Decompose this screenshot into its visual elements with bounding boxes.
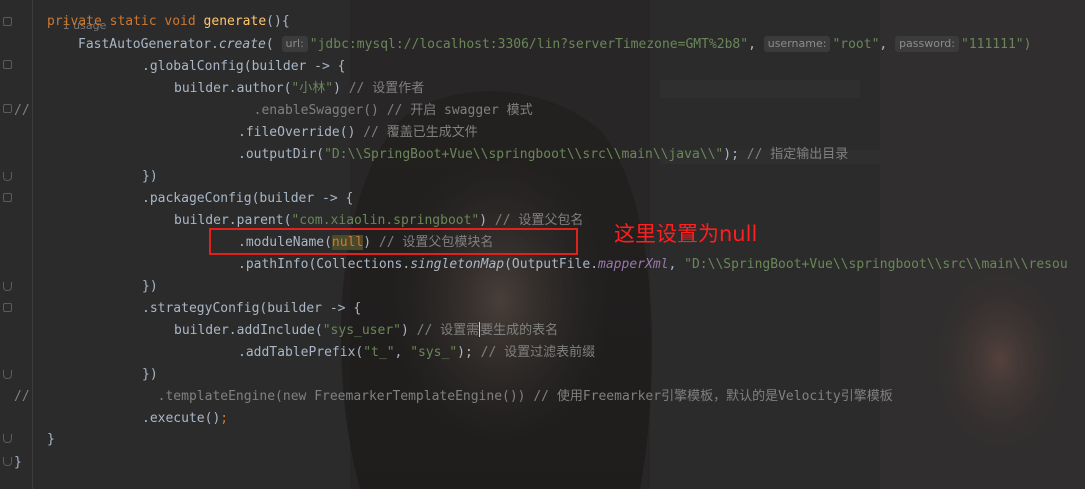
code-text: }) (142, 367, 158, 382)
code-line-template-engine[interactable]: // .templateEngine(new FreemarkerTemplate… (14, 386, 893, 408)
code-text: }) (142, 169, 158, 184)
code-text: .addTablePrefix( (238, 345, 364, 360)
code-text: ) (479, 213, 488, 228)
code-text: builder.author( (174, 81, 292, 96)
code-line-global-config[interactable]: .globalConfig(builder -> { (142, 56, 346, 78)
code-line-close-brace[interactable]: } (47, 429, 55, 451)
fold-marker-icon[interactable] (3, 104, 12, 113)
fold-end-marker-icon[interactable] (3, 457, 12, 466)
fold-end-marker-icon[interactable] (3, 434, 12, 443)
code-text: FastAutoGenerator. (78, 37, 219, 52)
gutter-divider (32, 0, 33, 489)
code-line-package-config[interactable]: .packageConfig(builder -> { (142, 188, 353, 210)
code-text: ); (723, 147, 739, 162)
code-line-file-override[interactable]: .fileOverride() // 覆盖已生成文件 (238, 122, 478, 144)
fold-end-marker-icon[interactable] (3, 172, 12, 181)
code-line-table-prefix[interactable]: .addTablePrefix("t_", "sys_"); // 设置过滤表前… (238, 342, 595, 364)
code-text: .enableSwagger() (253, 103, 379, 118)
string-literal: "root" (832, 37, 880, 52)
fold-marker-icon[interactable] (3, 303, 12, 312)
code-text: ) (401, 323, 409, 338)
code-text: } (14, 455, 22, 470)
string-literal: "t_" (363, 345, 395, 360)
code-comment: // 指定输出目录 (738, 147, 849, 162)
code-comment: // 设置父包名 (487, 213, 584, 228)
code-comment: // 开启 swagger 模式 (378, 103, 533, 118)
code-line-execute[interactable]: .execute(); (142, 408, 228, 430)
code-line-strategy-config[interactable]: .strategyConfig(builder -> { (142, 298, 361, 320)
code-text: (OutputFile. (504, 257, 599, 272)
fold-marker-icon[interactable] (3, 60, 12, 69)
static-method: singletonMap (410, 257, 505, 272)
fold-marker-icon[interactable] (3, 17, 12, 26)
code-line-close-brace[interactable]: } (14, 452, 22, 474)
code-comment: // 设置作者 (340, 81, 425, 96)
code-line-close[interactable]: }) (142, 364, 158, 386)
code-line-path-info[interactable]: .pathInfo(Collections.singletonMap(Outpu… (238, 254, 1068, 276)
code-line-close[interactable]: }) (142, 276, 158, 298)
string-literal: "D:\\SpringBoot+Vue\\springboot\\src\\ma… (324, 147, 724, 162)
code-text: .templateEngine(new FreemarkerTemplateEn… (157, 389, 526, 404)
code-line-create[interactable]: FastAutoGenerator.create( url: "jdbc:mysq… (78, 34, 1031, 56)
keyword: private static void (47, 14, 204, 29)
string-literal: "com.xiaolin.springboot" (291, 213, 480, 228)
fold-end-marker-icon[interactable] (3, 282, 12, 291)
semicolon: ; (220, 411, 229, 426)
code-text: }) (142, 279, 158, 294)
code-text: ) (333, 81, 341, 96)
code-text: ); (457, 345, 473, 360)
comment-prefix: // (14, 103, 30, 118)
code-text: .outputDir( (238, 147, 325, 162)
code-text: (){ (266, 14, 290, 29)
code-text: .strategyConfig(builder -> { (142, 301, 362, 316)
code-line-author[interactable]: builder.author("小林") // 设置作者 (174, 78, 424, 100)
static-field: mapperXml (598, 257, 669, 272)
code-line-output-dir[interactable]: .outputDir("D:\\SpringBoot+Vue\\springbo… (238, 144, 848, 166)
code-text: } (47, 432, 55, 447)
code-line-signature[interactable]: private static void generate(){ (47, 11, 290, 33)
static-method: create (218, 37, 266, 52)
param-hint-password: password: (895, 36, 959, 52)
code-text: .execute() (142, 411, 221, 426)
string-literal: "jdbc:mysql://localhost:3306/lin?serverT… (309, 37, 749, 52)
string-literal: "sys_user" (322, 323, 401, 338)
comment-prefix: // (14, 389, 30, 404)
code-text: .packageConfig(builder -> { (142, 191, 354, 206)
code-text: builder.parent( (174, 213, 292, 228)
code-comment: 要生成的表名 (480, 323, 559, 338)
highlight-box (209, 228, 578, 255)
code-text: .globalConfig(builder -> { (142, 59, 346, 74)
code-text: , (394, 345, 411, 360)
code-text: builder.addInclude( (174, 323, 323, 338)
string-literal: "小林" (291, 81, 334, 96)
method-name: generate (203, 14, 267, 29)
code-text: ( (265, 37, 274, 52)
code-comment: // 设置需 (408, 323, 480, 338)
fold-end-marker-icon[interactable] (3, 370, 12, 379)
param-hint-username: username: (763, 36, 831, 52)
code-comment: // 使用Freemarker引擎模板，默认的是Velocity引擎模板 (525, 389, 893, 404)
fold-marker-icon[interactable] (3, 193, 12, 202)
string-literal: "sys_" (410, 345, 458, 360)
code-comment: // 覆盖已生成文件 (355, 125, 478, 140)
string-literal: "D:\\SpringBoot+Vue\\springboot\\src\\ma… (684, 257, 1068, 272)
code-line-add-include[interactable]: builder.addInclude("sys_user") // 设置需要生成… (174, 320, 558, 342)
code-text: .pathInfo(Collections. (238, 257, 411, 272)
param-hint-url: url: (281, 36, 308, 52)
code-line-swagger[interactable]: // .enableSwagger() // 开启 swagger 模式 (14, 100, 533, 122)
annotation-text: 这里设置为null (614, 222, 758, 246)
code-comment: // 设置过滤表前缀 (472, 345, 596, 360)
string-literal: "111111") (961, 37, 1032, 52)
code-text: , (668, 257, 685, 272)
code-text: .fileOverride() (238, 125, 356, 140)
code-line-close[interactable]: }) (142, 166, 158, 188)
